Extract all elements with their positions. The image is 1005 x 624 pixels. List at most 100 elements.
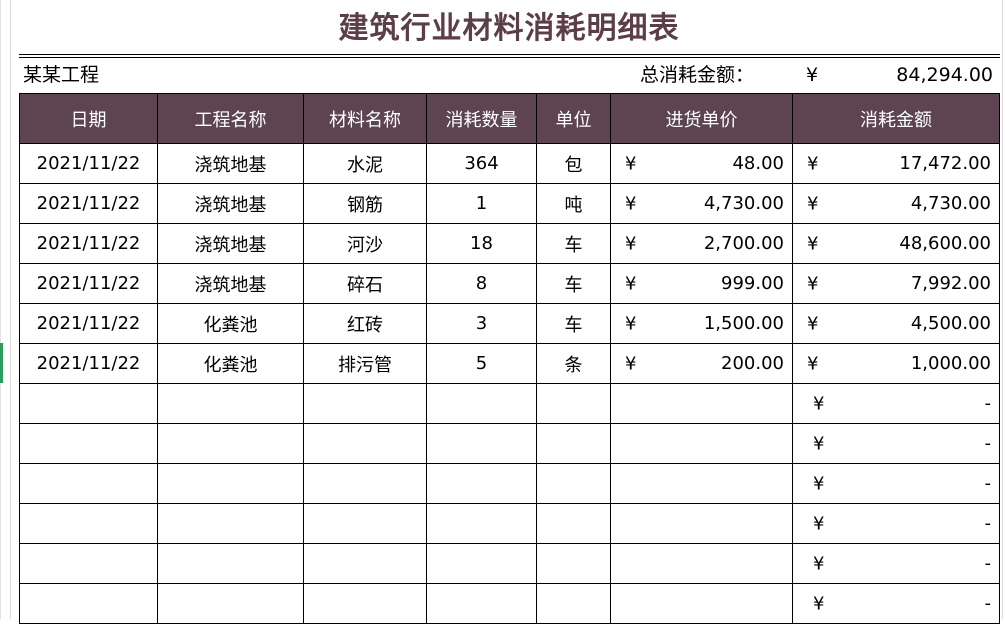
cell-date[interactable]: 2021/11/22 bbox=[19, 343, 158, 384]
cell-unit-price[interactable]: ¥999.00 bbox=[610, 263, 793, 304]
empty-cell[interactable] bbox=[157, 463, 304, 504]
empty-cell[interactable] bbox=[19, 543, 158, 584]
header-unit[interactable]: 单位 bbox=[536, 93, 611, 144]
empty-cell[interactable] bbox=[536, 423, 611, 464]
header-material[interactable]: 材料名称 bbox=[303, 93, 427, 144]
cell-date[interactable]: 2021/11/22 bbox=[19, 183, 158, 224]
empty-cell[interactable] bbox=[19, 503, 158, 544]
empty-cell[interactable] bbox=[610, 463, 793, 504]
cell-unit-price[interactable]: ¥1,500.00 bbox=[610, 303, 793, 344]
cell-material[interactable]: 碎石 bbox=[303, 263, 427, 304]
empty-cell[interactable] bbox=[303, 503, 427, 544]
empty-cell[interactable] bbox=[610, 423, 793, 464]
header-project[interactable]: 工程名称 bbox=[157, 93, 304, 144]
empty-cell[interactable] bbox=[19, 463, 158, 504]
cell-material[interactable]: 水泥 bbox=[303, 143, 427, 184]
cell-unit[interactable]: 包 bbox=[536, 143, 611, 184]
empty-cell[interactable] bbox=[610, 383, 793, 424]
cell-amount[interactable]: ¥4,730.00 bbox=[792, 183, 1000, 224]
cell-unit[interactable]: 吨 bbox=[536, 183, 611, 224]
cell-project[interactable]: 化粪池 bbox=[157, 343, 304, 384]
cell-quantity[interactable]: 8 bbox=[426, 263, 537, 304]
cell-date[interactable]: 2021/11/22 bbox=[19, 223, 158, 264]
empty-cell[interactable] bbox=[303, 583, 427, 624]
project-name[interactable]: 某某工程 bbox=[23, 62, 99, 88]
empty-cell[interactable] bbox=[157, 503, 304, 544]
cell-quantity[interactable]: 3 bbox=[426, 303, 537, 344]
empty-cell[interactable] bbox=[536, 503, 611, 544]
cell-unit[interactable]: 条 bbox=[536, 343, 611, 384]
empty-cell[interactable] bbox=[426, 543, 537, 584]
cell-amount[interactable]: ¥17,472.00 bbox=[792, 143, 1000, 184]
cell-unit[interactable]: 车 bbox=[536, 303, 611, 344]
empty-cell[interactable] bbox=[610, 543, 793, 584]
cell-date[interactable]: 2021/11/22 bbox=[19, 263, 158, 304]
cell-date[interactable]: 2021/11/22 bbox=[19, 303, 158, 344]
header-unit-price[interactable]: 进货单价 bbox=[610, 93, 793, 144]
cell-amount[interactable]: ¥48,600.00 bbox=[792, 223, 1000, 264]
empty-cell[interactable] bbox=[426, 503, 537, 544]
header-quantity[interactable]: 消耗数量 bbox=[426, 93, 537, 144]
currency-symbol: ¥ bbox=[813, 593, 825, 614]
cell-quantity[interactable]: 5 bbox=[426, 343, 537, 384]
cell-material[interactable]: 钢筋 bbox=[303, 183, 427, 224]
cell-amount[interactable]: ¥7,992.00 bbox=[792, 263, 1000, 304]
table-row: 2021/11/22 化粪池 排污管 5 条 ¥200.00 ¥1,000.00 bbox=[19, 343, 1000, 384]
cell-amount[interactable]: ¥4,500.00 bbox=[792, 303, 1000, 344]
empty-cell[interactable] bbox=[536, 583, 611, 624]
cell-unit-price[interactable]: ¥2,700.00 bbox=[610, 223, 793, 264]
cell-project[interactable]: 浇筑地基 bbox=[157, 183, 304, 224]
empty-cell[interactable] bbox=[536, 383, 611, 424]
cell-amount[interactable]: ¥ - bbox=[792, 463, 1000, 504]
header-date[interactable]: 日期 bbox=[19, 93, 158, 144]
empty-cell[interactable] bbox=[536, 543, 611, 584]
currency-symbol: ¥ bbox=[813, 433, 825, 454]
empty-cell[interactable] bbox=[303, 383, 427, 424]
empty-cell[interactable] bbox=[19, 423, 158, 464]
cell-quantity[interactable]: 364 bbox=[426, 143, 537, 184]
total-value[interactable]: 84,294.00 bbox=[896, 62, 993, 88]
cell-unit-price[interactable]: ¥4,730.00 bbox=[610, 183, 793, 224]
cell-amount[interactable]: ¥ - bbox=[792, 503, 1000, 544]
sheet-title[interactable]: 建筑行业材料消耗明细表 bbox=[19, 8, 999, 50]
empty-cell[interactable] bbox=[610, 583, 793, 624]
cell-unit[interactable]: 车 bbox=[536, 223, 611, 264]
grid-edge-right bbox=[1002, 0, 1003, 619]
empty-cell[interactable] bbox=[157, 423, 304, 464]
empty-cell[interactable] bbox=[610, 503, 793, 544]
empty-cell[interactable] bbox=[426, 463, 537, 504]
cell-amount[interactable]: ¥ - bbox=[792, 583, 1000, 624]
cell-amount[interactable]: ¥1,000.00 bbox=[792, 343, 1000, 384]
cell-project[interactable]: 浇筑地基 bbox=[157, 223, 304, 264]
cell-amount[interactable]: ¥ - bbox=[792, 423, 1000, 464]
cell-quantity[interactable]: 18 bbox=[426, 223, 537, 264]
cell-material[interactable]: 红砖 bbox=[303, 303, 427, 344]
empty-cell[interactable] bbox=[426, 583, 537, 624]
cell-project[interactable]: 浇筑地基 bbox=[157, 143, 304, 184]
cell-project[interactable]: 浇筑地基 bbox=[157, 263, 304, 304]
empty-cell[interactable] bbox=[426, 383, 537, 424]
cell-date[interactable]: 2021/11/22 bbox=[19, 143, 158, 184]
empty-cell[interactable] bbox=[303, 423, 427, 464]
empty-cell[interactable] bbox=[157, 583, 304, 624]
empty-cell[interactable] bbox=[157, 383, 304, 424]
cell-unit-price[interactable]: ¥200.00 bbox=[610, 343, 793, 384]
empty-cell[interactable] bbox=[19, 383, 158, 424]
empty-cell[interactable] bbox=[157, 543, 304, 584]
cell-project[interactable]: 化粪池 bbox=[157, 303, 304, 344]
cell-amount[interactable]: ¥ - bbox=[792, 543, 1000, 584]
empty-cell[interactable] bbox=[303, 543, 427, 584]
cell-material[interactable]: 河沙 bbox=[303, 223, 427, 264]
currency-symbol: ¥ bbox=[807, 233, 819, 254]
empty-cell[interactable] bbox=[536, 463, 611, 504]
cell-unit[interactable]: 车 bbox=[536, 263, 611, 304]
total-label[interactable]: 总消耗金额： bbox=[640, 62, 754, 88]
cell-material[interactable]: 排污管 bbox=[303, 343, 427, 384]
cell-quantity[interactable]: 1 bbox=[426, 183, 537, 224]
cell-amount[interactable]: ¥ - bbox=[792, 383, 1000, 424]
cell-unit-price[interactable]: ¥48.00 bbox=[610, 143, 793, 184]
empty-cell[interactable] bbox=[19, 583, 158, 624]
empty-cell[interactable] bbox=[303, 463, 427, 504]
header-amount[interactable]: 消耗金额 bbox=[792, 93, 1000, 144]
empty-cell[interactable] bbox=[426, 423, 537, 464]
